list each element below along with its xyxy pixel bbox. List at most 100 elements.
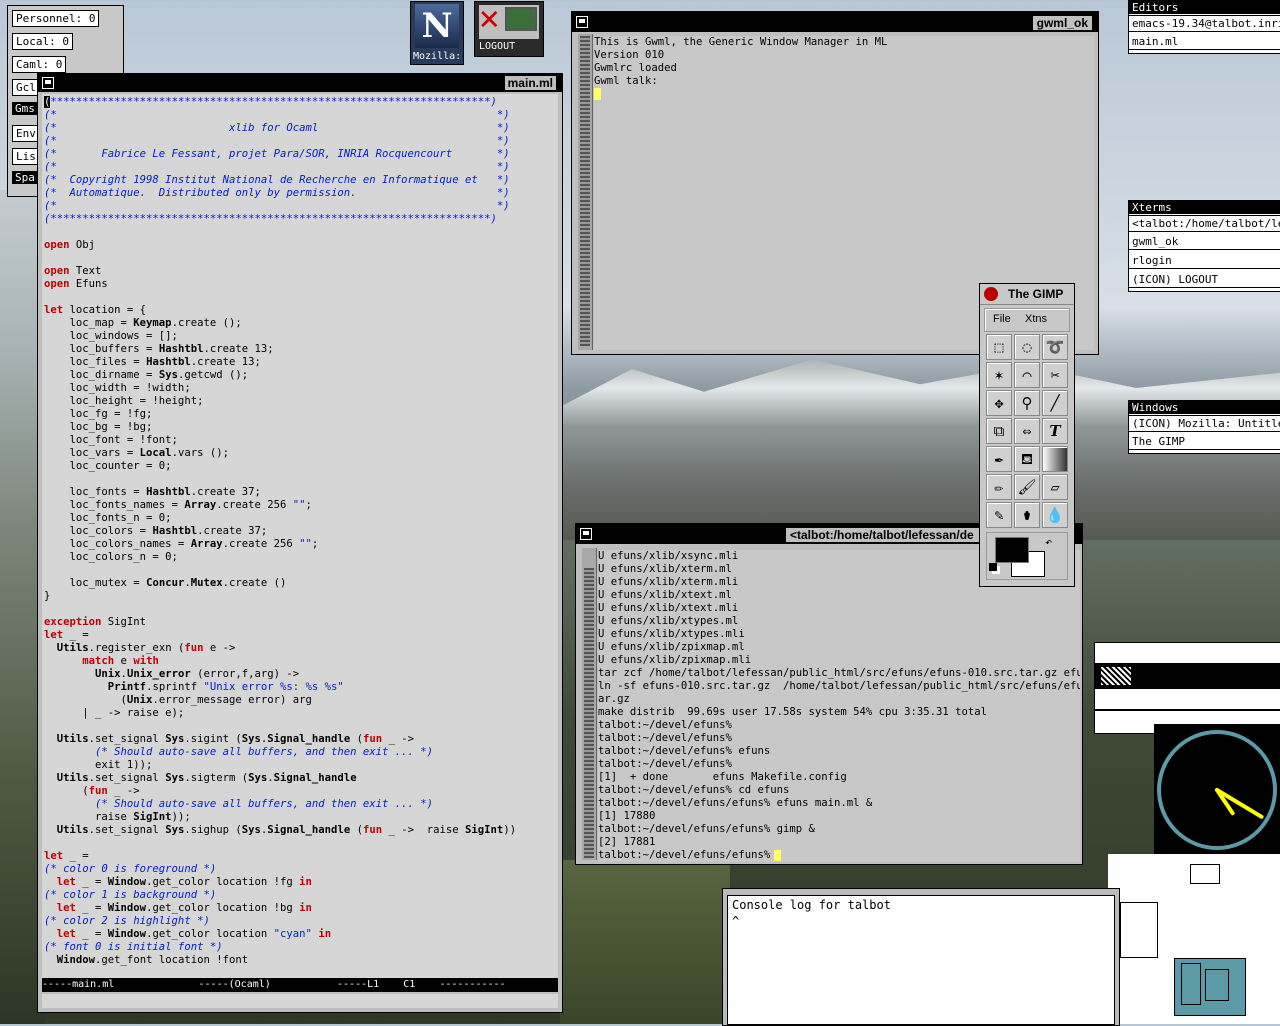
magic-wand-icon[interactable]: ✶	[986, 362, 1012, 388]
terminal-icon: ✕	[479, 1, 539, 39]
pencil-icon[interactable]: ✏	[986, 474, 1012, 500]
logout-iconified-window[interactable]: ✕ LOGOUT	[475, 1, 543, 56]
intelligent-scissors-icon[interactable]: ✂	[1042, 362, 1068, 388]
crop-icon[interactable]: ╱	[1042, 390, 1068, 416]
emacs-title: main.ml	[504, 76, 556, 90]
mini-window[interactable]	[1120, 902, 1158, 958]
console-log-text: Console log for talbot	[732, 898, 891, 912]
gwml-line: Gwmlrc loaded	[594, 62, 677, 74]
editors-menu: Editors emacs-19.34@talbot.inria. main.m…	[1128, 0, 1280, 54]
default-colors-icon[interactable]	[989, 563, 997, 571]
gwml-line: Version 010	[594, 49, 665, 61]
xterm-scrollbar[interactable]	[582, 548, 597, 860]
windows-header: Windows	[1129, 401, 1280, 414]
meadow	[560, 860, 730, 1024]
editors-item[interactable]: main.ml	[1129, 34, 1280, 50]
xterm-line: tar zcf /home/talbot/lefessan/public_htm…	[598, 667, 1080, 679]
xterms-menu: Xterms <talbot:/home/talbot/lefe gwml_ok…	[1128, 200, 1280, 292]
airbrush-icon[interactable]: ✎	[986, 502, 1012, 528]
transform-icon[interactable]: ⧉	[986, 418, 1012, 444]
xterm-line: [1] + done efuns Makefile.config	[598, 771, 847, 783]
mini-window[interactable]	[1190, 864, 1220, 884]
gimp-toolbox-window[interactable]: The GIMP File Xtns ⬚ ◌ ➰ ✶ ⌒ ✂ ✥ ⚲ ╱ ⧉ ⇔…	[980, 284, 1074, 586]
pager-thumbnail[interactable]	[1101, 667, 1131, 685]
xterm-line: U efuns/xlib/zpixmap.mli	[598, 654, 752, 666]
gwml-title: gwml_ok	[1032, 16, 1092, 30]
editors-header: Editors	[1129, 1, 1280, 14]
bucket-fill-icon[interactable]: ⛾	[1014, 446, 1040, 472]
emacs-minibuffer[interactable]	[42, 994, 558, 1008]
gimp-title-bar[interactable]: The GIMP	[980, 284, 1074, 305]
xterm-line: talbot:~/devel/efuns%	[598, 732, 732, 744]
gimp-menu-icon[interactable]	[984, 287, 998, 301]
local-counter[interactable]: Local: 0	[12, 33, 73, 50]
lasso-icon[interactable]: ➰	[1042, 334, 1068, 360]
xterms-item[interactable]: gwml_ok	[1129, 234, 1280, 250]
caml-counter[interactable]: Caml: 0	[12, 56, 67, 73]
mini-desktop-panel	[1108, 854, 1280, 1024]
mini-window-group[interactable]	[1174, 958, 1246, 1016]
gwml-line: Gwml talk:	[594, 75, 658, 87]
xterms-item[interactable]: rlogin	[1129, 253, 1280, 269]
emacs-title-bar[interactable]: main.ml	[38, 74, 562, 92]
swap-colors-icon[interactable]: ↶	[1045, 535, 1052, 549]
move-icon[interactable]: ✥	[986, 390, 1012, 416]
flip-icon[interactable]: ⇔	[1014, 418, 1040, 444]
mozilla-icon-label: Mozilla:	[413, 51, 462, 62]
console-log-window[interactable]: Console log for talbot ^	[722, 888, 1120, 1026]
gimp-menu-file[interactable]: File	[993, 313, 1011, 325]
windows-item[interactable]: (ICON) Mozilla: Untitled	[1129, 415, 1280, 432]
ellipse-select-icon[interactable]: ◌	[1014, 334, 1040, 360]
eraser-icon[interactable]: ▱	[1042, 474, 1068, 500]
xterm-line: ar.gz	[598, 693, 630, 705]
xterm-text-area[interactable]: U efuns/xlib/xsync.mli U efuns/xlib/xterm…	[598, 550, 1080, 862]
panel-item-spa[interactable]: Spa	[12, 171, 38, 184]
pager-divider	[1095, 709, 1280, 711]
window-menu-icon[interactable]	[42, 77, 54, 89]
console-log-area[interactable]: Console log for talbot ^	[727, 895, 1115, 1025]
xterm-line: talbot:~/devel/efuns%	[598, 719, 732, 731]
emacs-modeline: -----main.ml -----(Ocaml) -----L1 C1 ---…	[42, 978, 558, 992]
gwml-scrollbar[interactable]	[578, 34, 593, 350]
clone-icon[interactable]: ⚱	[1014, 502, 1040, 528]
personnel-counter[interactable]: Personnel: 0	[12, 10, 100, 27]
emacs-buffer[interactable]: (***************************************…	[42, 94, 558, 990]
xterm-line: make distrib 99.69s user 17.58s system 5…	[598, 706, 988, 718]
console-cursor: ^	[732, 914, 740, 928]
xterm-line: [1] 17880	[598, 810, 656, 822]
emacs-window[interactable]: main.ml (*******************************…	[38, 74, 562, 1012]
netscape-n-icon: N	[415, 4, 459, 48]
windows-item[interactable]: The GIMP	[1129, 434, 1280, 450]
foreground-color[interactable]	[995, 537, 1029, 563]
logout-icon-label: LOGOUT	[479, 41, 516, 52]
color-swatches[interactable]: ↶	[986, 532, 1068, 580]
clock-window	[1154, 724, 1280, 854]
editors-item[interactable]: emacs-19.34@talbot.inria.	[1129, 15, 1280, 32]
xterm-line: ln -sf efuns-010.src.tar.gz /home/talbot…	[598, 680, 1080, 692]
xterm-line: U efuns/xlib/xtypes.mli	[598, 628, 745, 640]
gwml-line: This is Gwml, the Generic Window Manager…	[594, 36, 888, 48]
xterm-line: talbot:~/devel/efuns% cd efuns	[598, 784, 790, 796]
window-menu-icon[interactable]	[576, 16, 588, 28]
xterm-line: talbot:~/devel/efuns% efuns	[598, 745, 771, 757]
window-menu-icon[interactable]	[580, 528, 592, 540]
xterm-line: talbot:~/devel/efuns/efuns% gimp &	[598, 823, 815, 835]
color-picker-icon[interactable]: ✒	[986, 446, 1012, 472]
zoom-icon[interactable]: ⚲	[1014, 390, 1040, 416]
panel-item-gms[interactable]: Gms	[12, 102, 38, 115]
rect-select-icon[interactable]: ⬚	[986, 334, 1012, 360]
convolve-icon[interactable]: 💧	[1042, 502, 1068, 528]
paintbrush-icon[interactable]: 🖌	[1014, 474, 1040, 500]
text-tool-icon[interactable]: T	[1042, 418, 1068, 444]
xterms-item[interactable]: (ICON) LOGOUT	[1129, 272, 1280, 288]
pager-panel	[1094, 642, 1280, 734]
xterms-item[interactable]: <talbot:/home/talbot/lefe	[1129, 215, 1280, 232]
gimp-menu-xtns[interactable]: Xtns	[1025, 313, 1047, 325]
xterm-line: talbot:~/devel/efuns/efuns% efuns main.m…	[598, 797, 873, 809]
xterm-line: U efuns/xlib/xtext.ml	[598, 589, 732, 601]
gwml-title-bar[interactable]: gwml_ok	[572, 12, 1098, 32]
xterm-line: U efuns/xlib/xtypes.ml	[598, 615, 739, 627]
bezier-select-icon[interactable]: ⌒	[1014, 362, 1040, 388]
gradient-icon[interactable]	[1042, 446, 1068, 472]
mozilla-iconified-window[interactable]: N Mozilla:	[411, 2, 463, 64]
